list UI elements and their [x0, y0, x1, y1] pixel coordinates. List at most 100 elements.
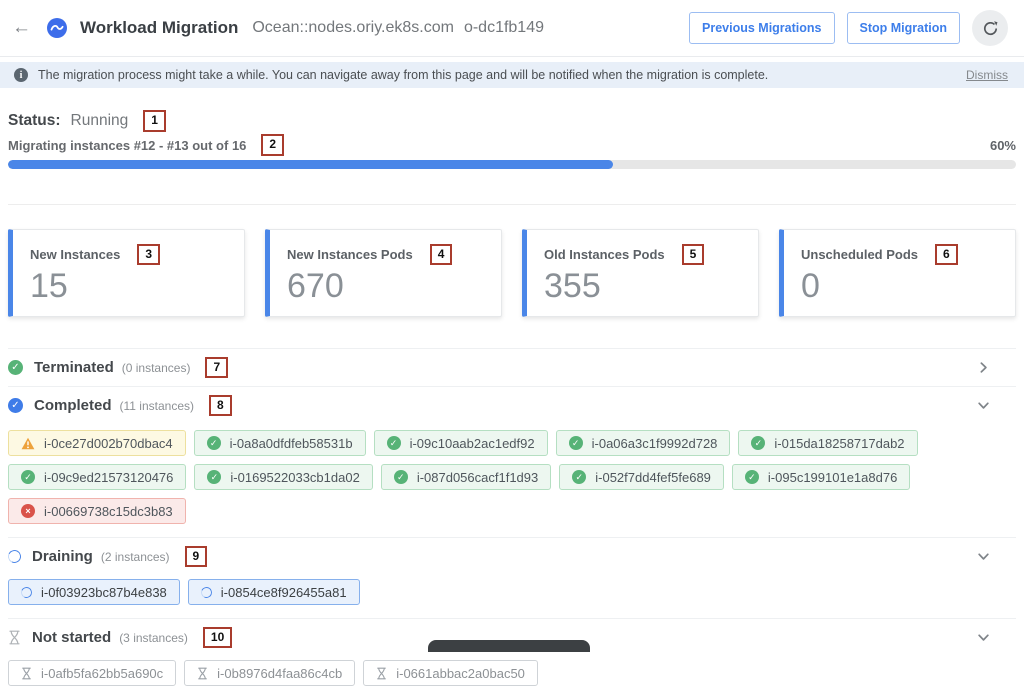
instance-chip[interactable]: ✓i-09c9ed21573120476: [8, 464, 186, 490]
section-not-started: Not started (3 instances) 10 i-0afb5fa62…: [8, 618, 1016, 686]
spinner-icon: [21, 587, 32, 598]
hourglass-icon: [8, 630, 21, 645]
section-count: (11 instances): [120, 399, 194, 413]
card-label: Unscheduled Pods: [801, 247, 918, 262]
card-new-instances-pods: New Instances Pods 4 670: [265, 229, 502, 317]
annotation-marker-2: 2: [261, 134, 284, 155]
card-new-instances: New Instances 3 15: [8, 229, 245, 317]
info-icon: i: [14, 68, 28, 82]
check-circle-icon: ✓: [394, 470, 408, 484]
check-circle-icon: ✓: [8, 398, 23, 413]
annotation-marker-6: 6: [935, 244, 958, 265]
instance-chip[interactable]: ✓i-095c199101e1a8d76: [732, 464, 910, 490]
cluster-name: Ocean::nodes.oriy.ek8s.com: [252, 19, 454, 37]
instance-chip[interactable]: ✓ i-0a8a0dfdfeb58531b: [194, 430, 366, 456]
back-arrow-icon[interactable]: ←: [12, 17, 31, 39]
check-circle-icon: ✓: [387, 436, 401, 450]
cropped-tooltip: [428, 640, 590, 652]
instance-chip[interactable]: ✓i-0a06a3c1f9992d728: [556, 430, 731, 456]
progress-fill: [8, 160, 613, 169]
annotation-marker-5: 5: [682, 244, 705, 265]
card-unscheduled-pods: Unscheduled Pods 6 0: [779, 229, 1016, 317]
section-header-draining[interactable]: Draining (2 instances) 9: [8, 538, 1016, 575]
instance-chip[interactable]: ×i-00669738c15dc3b83: [8, 498, 186, 524]
check-circle-icon: ✓: [207, 470, 221, 484]
status-label: Status:: [8, 112, 61, 130]
instance-id: i-0b8976d4faa86c4cb: [217, 666, 342, 681]
x-circle-icon: ×: [21, 504, 35, 518]
instance-chip[interactable]: i-0854ce8f926455a81: [188, 579, 360, 605]
spinner-icon: [201, 587, 212, 598]
instance-id: i-0169522033cb1da02: [230, 470, 359, 485]
hourglass-icon: [376, 667, 387, 680]
check-circle-icon: ✓: [569, 436, 583, 450]
section-draining: Draining (2 instances) 9 i-0f03923bc87b4…: [8, 537, 1016, 605]
section-title: Draining: [32, 548, 93, 565]
check-circle-icon: ✓: [207, 436, 221, 450]
section-header-terminated[interactable]: ✓ Terminated (0 instances) 7: [8, 349, 1016, 386]
card-value: 355: [544, 268, 742, 305]
instance-id: i-052f7dd4fef5fe689: [595, 470, 711, 485]
card-value: 670: [287, 268, 485, 305]
instance-id: i-0661abbac2a0bac50: [396, 666, 525, 681]
section-count: (0 instances): [122, 361, 191, 375]
banner-text: The migration process might take a while…: [38, 68, 768, 82]
check-circle-icon: ✓: [572, 470, 586, 484]
instance-chip-list: i-0afb5fa62bb5a690c i-0b8976d4faa86c4cb i-…: [8, 660, 1016, 686]
summary-cards: New Instances 3 15 New Instances Pods 4 …: [8, 229, 1016, 317]
instance-chip[interactable]: ✓ i-09c10aab2ac1edf92: [374, 430, 548, 456]
refresh-button[interactable]: [972, 10, 1008, 46]
refresh-icon: [982, 20, 999, 37]
instance-chip[interactable]: ✓i-015da18258717dab2: [738, 430, 917, 456]
stop-migration-button[interactable]: Stop Migration: [847, 12, 961, 44]
card-old-instances-pods: Old Instances Pods 5 355: [522, 229, 759, 317]
annotation-marker-3: 3: [137, 244, 160, 265]
card-label: New Instances: [30, 247, 120, 262]
main-content: Status: Running 1 Migrating instances #1…: [0, 111, 1024, 686]
instance-chip[interactable]: i-0661abbac2a0bac50: [363, 660, 538, 686]
divider: [8, 204, 1016, 205]
instance-chip[interactable]: i-0afb5fa62bb5a690c: [8, 660, 176, 686]
section-completed: ✓ Completed (11 instances) 8 i-0ce27d002…: [8, 386, 1016, 524]
instance-id: i-0a8a0dfdfeb58531b: [230, 436, 353, 451]
instance-id: i-0afb5fa62bb5a690c: [41, 666, 163, 681]
section-header-completed[interactable]: ✓ Completed (11 instances) 8: [8, 387, 1016, 424]
section-count: (2 instances): [101, 550, 170, 564]
migration-progress-row: Migrating instances #12 - #13 out of 16 …: [8, 136, 1016, 154]
instance-chip[interactable]: ✓ i-0169522033cb1da02: [194, 464, 372, 490]
previous-migrations-button[interactable]: Previous Migrations: [689, 12, 834, 44]
card-label: New Instances Pods: [287, 247, 413, 262]
instance-chip[interactable]: ✓ i-052f7dd4fef5fe689: [559, 464, 724, 490]
instance-chip[interactable]: i-0f03923bc87b4e838: [8, 579, 180, 605]
spinner-icon: [6, 548, 23, 565]
instance-id: i-087d056cacf1f1d93: [417, 470, 538, 485]
check-circle-icon: ✓: [751, 436, 765, 450]
instance-id: i-09c10aab2ac1edf92: [410, 436, 535, 451]
chevron-down-icon[interactable]: [977, 631, 990, 644]
chevron-down-icon[interactable]: [977, 399, 990, 412]
warning-triangle-icon: [21, 437, 35, 450]
annotation-marker-10: 10: [203, 627, 232, 648]
instance-chip[interactable]: ✓ i-087d056cacf1f1d93: [381, 464, 551, 490]
status-value: Running: [71, 112, 129, 130]
instance-chip-list: i-0ce27d002b70dbac4✓i-0a8a0dfdfeb58531b✓…: [8, 430, 1016, 524]
instance-id: i-0f03923bc87b4e838: [41, 585, 167, 600]
annotation-marker-9: 9: [185, 546, 208, 567]
page-title: Workload Migration: [80, 18, 238, 38]
hourglass-icon: [21, 667, 32, 680]
progress-bar: [8, 160, 1016, 169]
instance-sections: ✓ Terminated (0 instances) 7 ✓ Completed…: [8, 348, 1016, 686]
top-bar: ← Workload Migration Ocean::nodes.oriy.e…: [0, 0, 1024, 57]
instance-id: i-09c9ed21573120476: [44, 470, 173, 485]
annotation-marker-7: 7: [205, 357, 228, 378]
instance-chip[interactable]: i-0b8976d4faa86c4cb: [184, 660, 355, 686]
chevron-down-icon[interactable]: [977, 550, 990, 563]
ocean-logo-icon: [47, 18, 67, 38]
progress-percent-label: 60%: [990, 138, 1016, 153]
chevron-right-icon[interactable]: [977, 361, 990, 374]
check-circle-icon: ✓: [745, 470, 759, 484]
annotation-marker-4: 4: [430, 244, 453, 265]
dismiss-link[interactable]: Dismiss: [966, 68, 1008, 82]
instance-chip[interactable]: i-0ce27d002b70dbac4: [8, 430, 186, 456]
section-count: (3 instances): [119, 631, 188, 645]
